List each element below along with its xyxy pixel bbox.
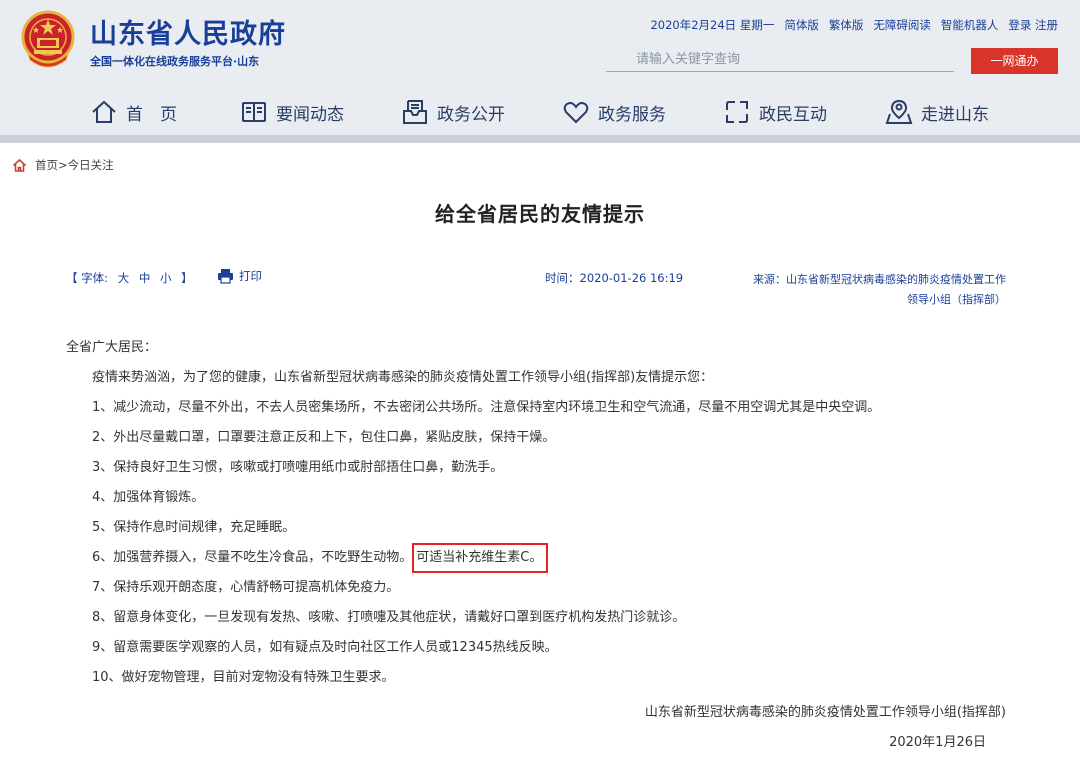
nav-item-news[interactable]: 要闻动态 (240, 90, 344, 134)
publish-time: 时间：2020-01-26 16:19 (545, 271, 684, 285)
nav-item-label: 要闻动态 (276, 104, 344, 125)
nav-item-label: 政务公开 (437, 104, 505, 125)
font-size-medium[interactable]: 中 (139, 271, 151, 285)
font-label: 【 字体: (66, 271, 109, 285)
house-icon (92, 100, 116, 123)
signature-date: 2020年1月26日 (889, 735, 986, 750)
tip-item-6-text: 6、加强营养摄入，尽量不吃生冷食品，不吃野生动物。 (92, 550, 413, 565)
traditional-link[interactable]: 繁体版 (829, 17, 864, 33)
highlighted-text: 可适当补充维生素C。 (412, 543, 549, 573)
nav-item-about[interactable]: 走进山东 (885, 90, 989, 134)
tip-item-6: 6、加强营养摄入，尽量不吃生冷食品，不吃野生动物。 可适当补充维生素C。 (92, 543, 549, 573)
robot-link[interactable]: 智能机器人 (941, 17, 999, 33)
breadcrumb: 首页>今日关注 (12, 157, 114, 173)
site-header: 山东省人民政府 全国一体化在线政务服务平台·山东 2020年2月24日 星期一 … (0, 0, 1080, 143)
breadcrumb-text[interactable]: 首页>今日关注 (35, 157, 114, 173)
salutation: 全省广大居民： (66, 340, 158, 355)
font-size-large[interactable]: 大 (118, 271, 130, 285)
tip-item-9: 9、留意需要医学观察的人员，如有疑点及时向社区工作人员或12345热线反映。 (92, 640, 558, 655)
font-label-close: 】 (181, 271, 193, 285)
font-size-control: 【 字体: 大 中 小 】 (66, 270, 193, 286)
tip-item-1: 1、减少流动，尽量不外出，不去人员密集场所，不去密闭公共场所。注意保持室内环境卫… (92, 400, 881, 415)
source-line-1: 来源：山东省新型冠状病毒感染的肺炎疫情处置工作 (753, 273, 1006, 286)
one-net-button[interactable]: 一网通办 (971, 48, 1058, 74)
heart-icon (563, 102, 589, 124)
national-emblem-icon[interactable] (20, 10, 76, 70)
nav-item-label: 首 页 (126, 104, 177, 125)
home-icon[interactable] (12, 158, 27, 173)
font-size-small[interactable]: 小 (160, 271, 172, 285)
nav-item-label: 政务服务 (598, 104, 666, 125)
nav-item-services[interactable]: 政务服务 (562, 90, 666, 134)
nav-item-label: 走进山东 (921, 104, 989, 125)
site-title[interactable]: 山东省人民政府 (90, 12, 286, 51)
print-label: 打印 (239, 269, 262, 283)
tip-item-10: 10、做好宠物管理，目前对宠物没有特殊卫生要求。 (92, 670, 395, 685)
book-icon (242, 102, 266, 122)
nav-item-interaction[interactable]: 政民互动 (723, 90, 827, 134)
site-subtitle: 全国一体化在线政务服务平台·山东 (90, 55, 260, 68)
printer-icon (218, 269, 233, 284)
tip-item-2: 2、外出尽量戴口罩，口罩要注意正反和上下，包住口鼻，紧贴皮肤，保持干燥。 (92, 430, 556, 445)
tip-item-7: 7、保持乐观开朗态度，心情舒畅可提高机体免疫力。 (92, 580, 400, 595)
signature-organization: 山东省新型冠状病毒感染的肺炎疫情处置工作领导小组(指挥部) (644, 705, 1006, 720)
login-register-link[interactable]: 登录 注册 (1008, 17, 1058, 33)
accessibility-link[interactable]: 无障碍阅读 (873, 17, 931, 33)
source-line-2: 领导小组（指挥部） (907, 293, 1006, 306)
main-nav: 首 页 要闻动态 政务公开 政务服务 政民互动 走进山东 (0, 90, 1080, 134)
simplified-link[interactable]: 简体版 (784, 17, 819, 33)
exchange-icon (726, 101, 748, 123)
map-pin-icon (885, 99, 913, 124)
article-source: 来源：山东省新型冠状病毒感染的肺炎疫情处置工作 领导小组（指挥部） (753, 270, 1006, 310)
nav-item-home[interactable]: 首 页 (90, 90, 177, 134)
article-title: 给全省居民的友情提示 (435, 202, 645, 226)
nav-item-label: 政民互动 (759, 104, 827, 125)
tip-item-8: 8、留意身体变化，一旦发现有发热、咳嗽、打喷嚏及其他症状，请戴好口罩到医疗机构发… (92, 610, 686, 625)
intro-paragraph: 疫情来势汹汹，为了您的健康，山东省新型冠状病毒感染的肺炎疫情处置工作领导小组(指… (92, 370, 714, 385)
top-links: 2020年2月24日 星期一 简体版 繁体版 无障碍阅读 智能机器人 登录 注册 (650, 17, 1058, 33)
tip-item-5: 5、保持作息时间规律，充足睡眠。 (92, 520, 296, 535)
header-divider (0, 135, 1080, 143)
tip-item-4: 4、加强体育锻炼。 (92, 490, 205, 505)
tip-item-3: 3、保持良好卫生习惯，咳嗽或打喷嚏用纸巾或肘部捂住口鼻，勤洗手。 (92, 460, 504, 475)
current-date: 2020年2月24日 星期一 (650, 18, 775, 32)
nav-item-gov-affairs[interactable]: 政务公开 (401, 90, 505, 134)
inbox-icon (403, 100, 427, 124)
search-input[interactable] (606, 48, 954, 72)
print-button[interactable]: 打印 (217, 268, 262, 284)
